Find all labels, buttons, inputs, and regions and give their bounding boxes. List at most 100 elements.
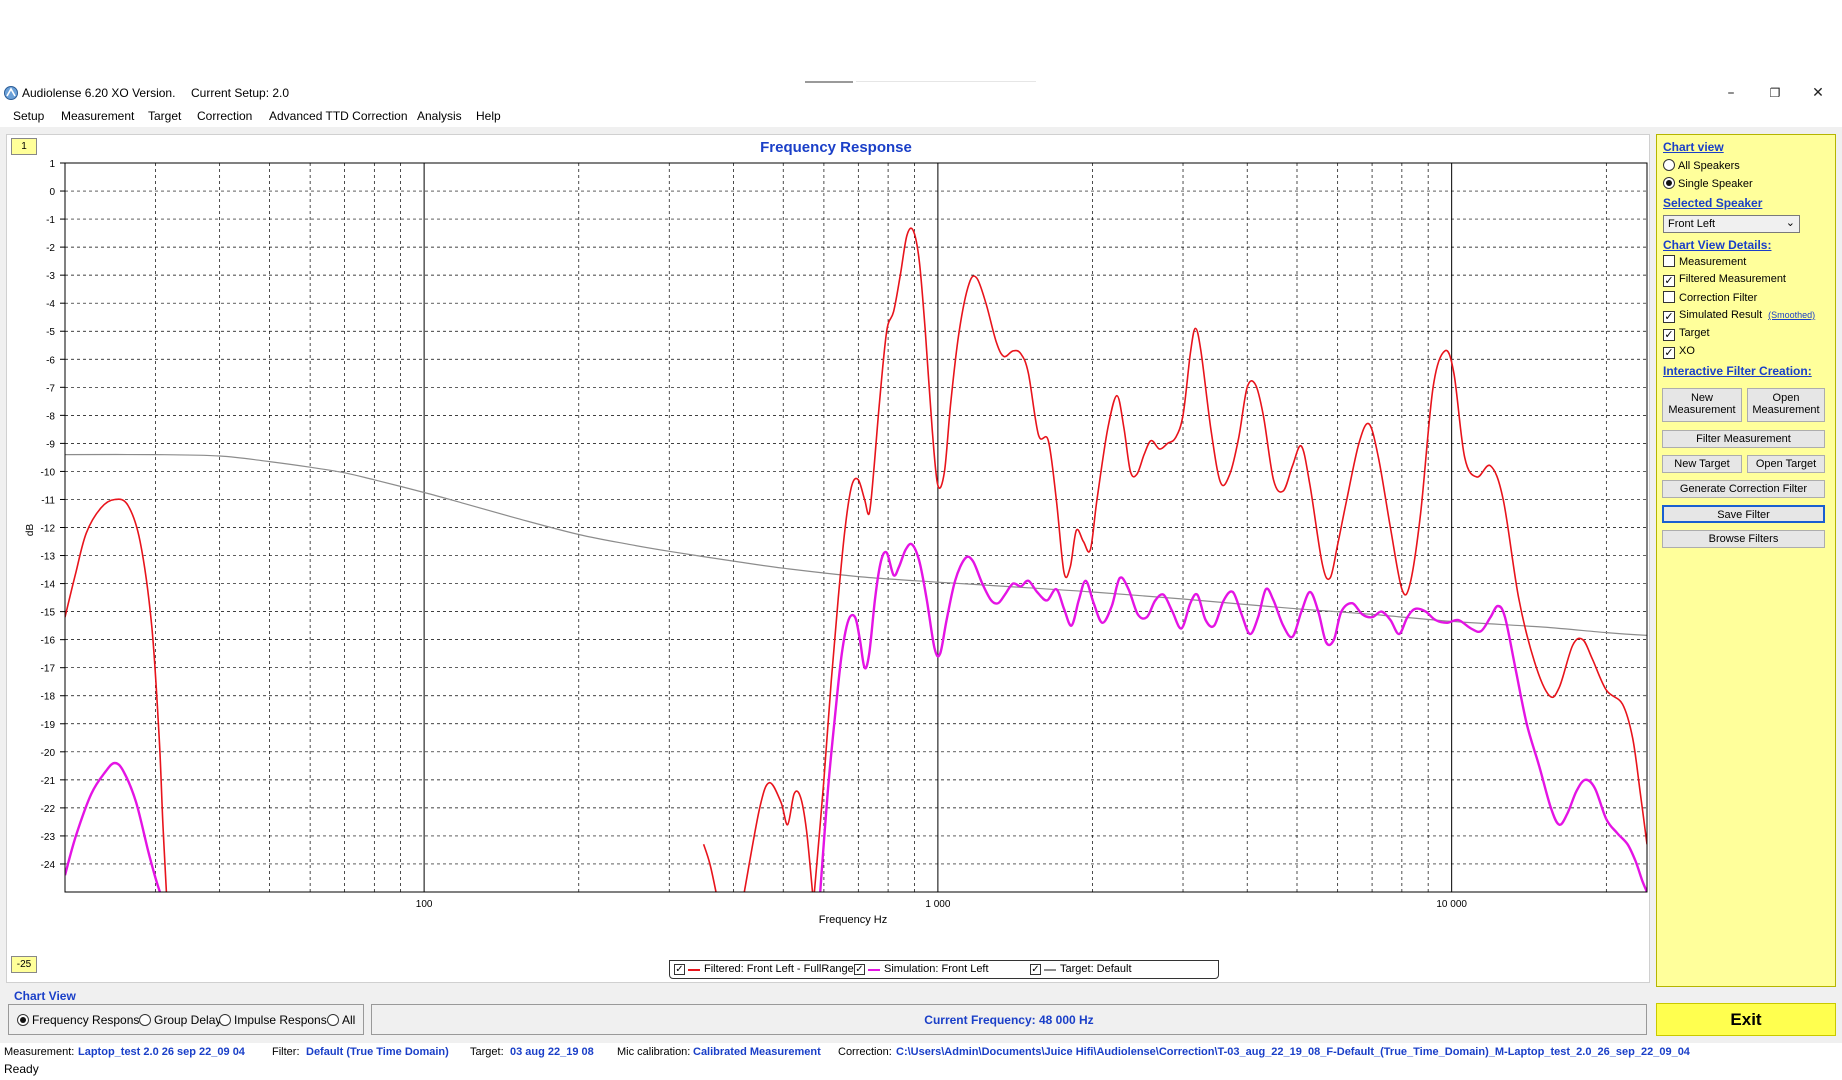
y-tick-label: -14	[41, 580, 56, 591]
chart-grid	[65, 163, 1647, 892]
chart-view-heading: Chart view	[1663, 140, 1724, 154]
measurement-key: Measurement:	[4, 1046, 75, 1058]
drag-handle[interactable]	[805, 81, 853, 83]
menu-setup[interactable]: Setup	[13, 109, 44, 123]
checkbox-filtered-measurement[interactable]: ✓ Filtered Measurement	[1663, 273, 1786, 287]
close-icon[interactable]: ✕	[1803, 84, 1833, 102]
y-tick-label: -12	[41, 524, 56, 535]
browse-filters-button[interactable]: Browse Filters	[1662, 530, 1825, 548]
x-tick-label: 100	[416, 899, 433, 910]
new-target-button[interactable]: New Target	[1662, 455, 1742, 473]
save-filter-button[interactable]: Save Filter	[1662, 505, 1825, 523]
y-tick-label: -18	[41, 692, 56, 703]
checkbox-icon: ✓	[1663, 311, 1675, 323]
radio-impulse-response[interactable]: Impulse Response	[219, 1013, 333, 1027]
radio-frequency-response[interactable]: Frequency Response	[17, 1013, 146, 1027]
checkbox-simulated-result[interactable]: ✓ Simulated Result (Smoothed)	[1663, 309, 1815, 323]
checkbox-measurement[interactable]: Measurement	[1663, 255, 1746, 269]
radio-label: Impulse Response	[234, 1013, 334, 1027]
mic-calibration-value: Calibrated Measurement	[693, 1046, 821, 1058]
checkbox-icon: ✓	[1663, 329, 1675, 341]
radio-group-delay[interactable]: Group Delay	[139, 1013, 221, 1027]
checkbox-icon	[1663, 291, 1675, 303]
restore-icon[interactable]: ❐	[1760, 84, 1790, 102]
y-tick-label: 1	[49, 159, 55, 170]
speaker-select[interactable]: Front Left ⌄	[1663, 215, 1800, 233]
x-tick-label: 10 000	[1436, 899, 1467, 910]
chevron-down-icon: ⌄	[1785, 217, 1795, 229]
menu-advanced-ttd-correction[interactable]: Advanced TTD Correction	[269, 109, 408, 123]
legend-swatch	[1044, 969, 1056, 971]
filter-measurement-button[interactable]: Filter Measurement	[1662, 430, 1825, 448]
radio-all-speakers[interactable]: All Speakers	[1663, 159, 1740, 173]
radio-empty-icon	[1663, 159, 1675, 171]
generate-correction-filter-button[interactable]: Generate Correction Filter	[1662, 480, 1825, 498]
chart-legend: ✓ Filtered: Front Left - FullRange ✓ Sim…	[669, 960, 1219, 979]
series-line	[702, 844, 717, 892]
smoothed-link[interactable]: (Smoothed)	[1768, 310, 1815, 320]
filter-key: Filter:	[272, 1046, 300, 1058]
current-frequency-box: Current Frequency: 48 000 Hz	[371, 1004, 1647, 1035]
filter-value: Default (True Time Domain)	[306, 1046, 449, 1058]
correction-path: C:\Users\Admin\Documents\Juice Hifi\Audi…	[896, 1046, 1690, 1058]
checkbox-label: Target	[1679, 327, 1710, 339]
menu-target[interactable]: Target	[148, 109, 181, 123]
target-key: Target:	[470, 1046, 504, 1058]
x-tick-labels: 100 1 000 10 000	[416, 899, 1468, 910]
y-min-badge[interactable]: -25	[11, 956, 37, 973]
open-measurement-button[interactable]: Open Measurement	[1747, 388, 1825, 422]
radio-label: Single Speaker	[1678, 178, 1753, 190]
y-tick-label: -21	[41, 776, 56, 787]
radio-single-speaker[interactable]: Single Speaker	[1663, 177, 1753, 191]
legend-checkbox[interactable]: ✓	[1030, 964, 1041, 975]
radio-selected-icon	[17, 1014, 29, 1026]
open-target-button[interactable]: Open Target	[1747, 455, 1825, 473]
y-tick-label: -16	[41, 636, 56, 647]
y-tick-label: -1	[46, 215, 55, 226]
checkbox-xo[interactable]: ✓ XO	[1663, 345, 1695, 359]
current-frequency-readout: Current Frequency: 48 000 Hz	[924, 1013, 1094, 1027]
radio-all[interactable]: All	[327, 1013, 355, 1027]
frequency-response-panel[interactable]: Frequency Response 1 0 -1 -2 -3 -4 -5 -6 -7 -8 -9 -…	[6, 134, 1650, 983]
checkbox-icon: ✓	[1663, 347, 1675, 359]
minimize-icon[interactable]: –	[1716, 84, 1746, 102]
checkbox-icon	[1663, 255, 1675, 267]
frequency-response-chart[interactable]: Frequency Response 1 0 -1 -2 -3 -4 -5 -6 -7 -8 -9 -…	[7, 135, 1651, 984]
radio-label: All	[342, 1013, 356, 1027]
checkbox-correction-filter[interactable]: Correction Filter	[1663, 291, 1757, 305]
legend-label: Simulation: Front Left	[884, 963, 989, 975]
chart-title: Frequency Response	[760, 139, 912, 156]
exit-button[interactable]: Exit	[1656, 1003, 1836, 1036]
legend-checkbox[interactable]: ✓	[674, 964, 685, 975]
y-tick-label: -7	[46, 383, 55, 394]
menu-correction[interactable]: Correction	[197, 109, 252, 123]
y-tick-label: -8	[46, 411, 55, 422]
title-bar: Audiolense 6.20 XO Version. Current Setu…	[0, 84, 1842, 102]
legend-checkbox[interactable]: ✓	[854, 964, 865, 975]
series-line	[65, 761, 162, 892]
new-measurement-button[interactable]: New Measurement	[1662, 388, 1742, 422]
y-tick-label: -9	[46, 439, 55, 450]
y-tick-label: -20	[41, 748, 56, 759]
chart-series	[65, 227, 1647, 892]
speaker-select-value: Front Left	[1668, 218, 1716, 230]
y-tick-label: 0	[49, 187, 55, 198]
y-tick-label: -15	[41, 608, 56, 619]
checkbox-label: Filtered Measurement	[1679, 273, 1786, 285]
series-line	[813, 227, 1647, 892]
checkbox-target[interactable]: ✓ Target	[1663, 327, 1710, 341]
chart-view-label: Chart View	[14, 989, 76, 1003]
correction-key: Correction:	[838, 1046, 892, 1058]
menu-measurement[interactable]: Measurement	[61, 109, 134, 123]
interactive-filter-heading: Interactive Filter Creation:	[1663, 364, 1812, 378]
y-axis-label: dB	[25, 524, 36, 537]
mic-calibration-key: Mic calibration:	[617, 1046, 691, 1058]
status-ready: Ready	[4, 1062, 39, 1076]
y-tick-label: -17	[41, 664, 56, 675]
menu-analysis[interactable]: Analysis	[417, 109, 462, 123]
checkbox-label: Simulated Result	[1679, 309, 1763, 321]
x-tick-label: 1 000	[925, 899, 950, 910]
y-max-badge[interactable]: 1	[11, 138, 37, 155]
radio-label: Frequency Response	[32, 1013, 147, 1027]
menu-help[interactable]: Help	[476, 109, 501, 123]
